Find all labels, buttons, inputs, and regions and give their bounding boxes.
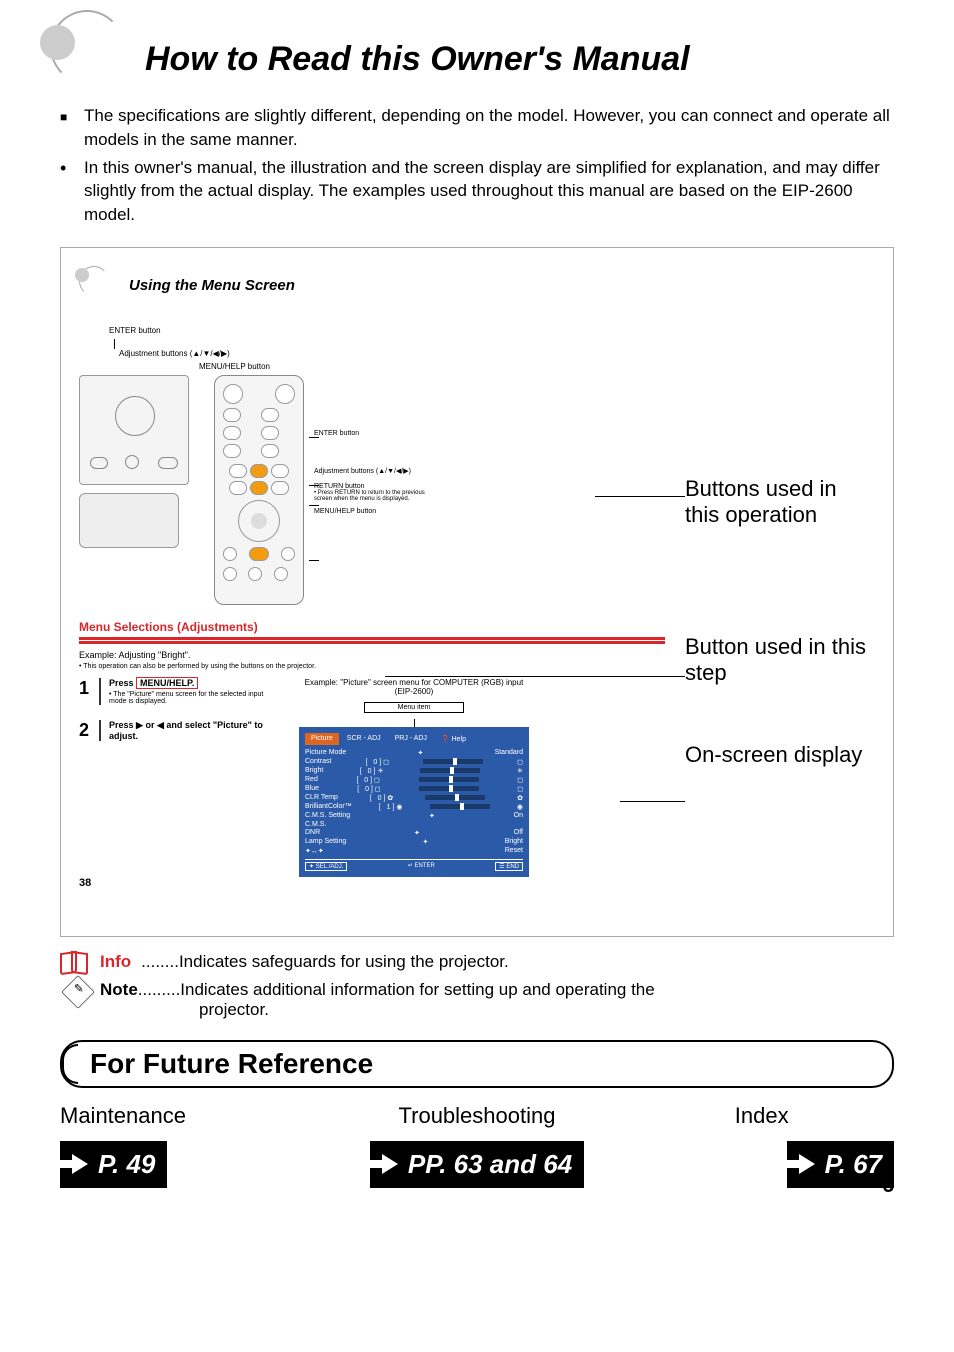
- note-label: Note: [100, 980, 138, 999]
- osd-end: END: [506, 864, 519, 870]
- osd-bright: Bright: [305, 767, 323, 774]
- return-button-label: RETURN button: [314, 483, 444, 490]
- osd-blue: Blue: [305, 785, 319, 792]
- index-page: P. 67: [825, 1149, 882, 1180]
- intro-para-1: The specifications are slightly differen…: [84, 104, 894, 152]
- return-note: • Press RETURN to return to the previous…: [314, 490, 444, 502]
- troubleshooting-page: PP. 63 and 64: [408, 1149, 572, 1180]
- troubleshooting-label: Troubleshooting: [345, 1103, 610, 1129]
- osd-lamp: Lamp Setting: [305, 838, 346, 845]
- annotation-line-2: [385, 676, 685, 677]
- osd-picture-mode: Picture Mode: [305, 749, 346, 756]
- annotation-button-step: Button used in this step: [685, 634, 875, 687]
- menu-help-label-b: MENU/HELP button: [314, 508, 444, 515]
- menu-screen-callout: Example: "Picture" screen menu for COMPU…: [299, 678, 529, 696]
- page-number: 3: [883, 1175, 894, 1198]
- arrow-icon: [799, 1154, 815, 1174]
- step1-highlighted-word: MENU/HELP.: [136, 677, 198, 689]
- enter-button-label-a: ENTER button: [109, 326, 665, 335]
- square-bullet-icon: [60, 104, 84, 152]
- projector-body-diagram: [79, 493, 179, 548]
- small-decoration: [79, 266, 119, 306]
- intro-section: The specifications are slightly differen…: [60, 104, 894, 227]
- index-page-ref: P. 67: [787, 1141, 894, 1188]
- osd-brilliant: BrilliantColor™: [305, 803, 352, 810]
- maintenance-page: P. 49: [98, 1149, 155, 1180]
- osd-clr-temp: CLR Temp: [305, 794, 338, 801]
- menu-selections-heading: Menu Selections (Adjustments): [79, 620, 665, 640]
- menu-item-label: Menu item: [364, 702, 464, 713]
- annotation-onscreen: On-screen display: [685, 742, 875, 768]
- book-icon: [60, 952, 88, 972]
- step1-pre: Press: [109, 678, 136, 688]
- osd-reset: Reset: [505, 847, 523, 854]
- info-text: ........Indicates safeguards for using t…: [141, 952, 509, 972]
- osd-enter: ↵ ENTER: [408, 862, 435, 871]
- maintenance-page-ref: P. 49: [60, 1141, 167, 1188]
- step2-text: Press ▶ or ◀ and select "Picture" to adj…: [101, 720, 279, 741]
- dot-bullet-icon: [60, 156, 84, 227]
- adjustment-buttons-label-b: Adjustment buttons (▲/▼/◀/▶): [314, 467, 444, 475]
- future-reference-title: For Future Reference: [60, 1040, 894, 1088]
- index-label: Index: [629, 1103, 894, 1129]
- osd-contrast: Contrast: [305, 758, 331, 765]
- info-row: Info ........Indicates safeguards for us…: [60, 952, 894, 972]
- note-row: Note.........Indicates additional inform…: [60, 980, 894, 1020]
- example-figure: Using the Menu Screen ENTER button Adjus…: [60, 247, 894, 937]
- menu-help-label-a: MENU/HELP button: [199, 362, 665, 371]
- osd-tab-picture: Picture: [305, 733, 339, 745]
- example-adjusting-text: Example: Adjusting "Bright".: [79, 650, 665, 660]
- osd-on-val: On: [514, 812, 523, 819]
- example-operation-note: • This operation can also be performed b…: [79, 663, 665, 670]
- annotation-line-3: [620, 801, 685, 802]
- annotation-buttons-used: Buttons used in this operation: [685, 476, 875, 529]
- osd-tab-scr: SCR - ADJ: [341, 733, 387, 745]
- osd-tab-help: ❓ Help: [435, 733, 472, 745]
- intro-para-2: In this owner's manual, the illustration…: [84, 156, 894, 227]
- note-text-pre: .........Indicates additional informatio…: [138, 980, 655, 999]
- remote-control-diagram: [214, 375, 304, 605]
- projector-control-diagram: [79, 375, 189, 485]
- annotation-line-1: [595, 496, 685, 497]
- highlighted-button-1: [250, 464, 268, 478]
- troubleshooting-page-ref: PP. 63 and 64: [370, 1141, 584, 1188]
- osd-cms: C.M.S.: [305, 821, 326, 828]
- arrow-icon: [72, 1154, 88, 1174]
- note-text-post: projector.: [199, 1000, 655, 1020]
- title-header: How to Read this Owner's Manual: [60, 20, 894, 79]
- page-title: How to Read this Owner's Manual: [145, 40, 894, 79]
- adjustment-buttons-label-a: Adjustment buttons (▲/▼/◀/▶): [119, 349, 665, 358]
- maintenance-label: Maintenance: [60, 1103, 325, 1129]
- pencil-note-icon: [61, 975, 95, 1009]
- osd-tab-prj: PRJ - ADJ: [389, 733, 433, 745]
- example-title: Using the Menu Screen: [129, 277, 295, 294]
- info-label: Info: [100, 952, 131, 972]
- osd-red: Red: [305, 776, 318, 783]
- highlighted-button-2: [250, 481, 268, 495]
- on-screen-display-box: Picture SCR - ADJ PRJ - ADJ ❓ Help Pictu…: [299, 727, 529, 877]
- step1-sub: • The "Picture" menu screen for the sele…: [109, 691, 279, 705]
- osd-dnr: DNR: [305, 829, 320, 836]
- title-decoration: [40, 20, 140, 90]
- osd-lamp-val: Bright: [505, 838, 523, 845]
- enter-button-label-b: ENTER button: [314, 430, 444, 437]
- step-number-2: 2: [79, 720, 101, 741]
- example-page-number: 38: [79, 877, 665, 889]
- osd-picture-mode-val: Standard: [495, 749, 523, 756]
- osd-cms-setting: C.M.S. Setting: [305, 812, 350, 819]
- osd-dnr-val: Off: [514, 829, 523, 836]
- highlighted-button-3: [249, 547, 269, 561]
- arrow-icon: [382, 1154, 398, 1174]
- step-number-1: 1: [79, 678, 101, 705]
- osd-sel: SEL./ADJ.: [316, 864, 344, 870]
